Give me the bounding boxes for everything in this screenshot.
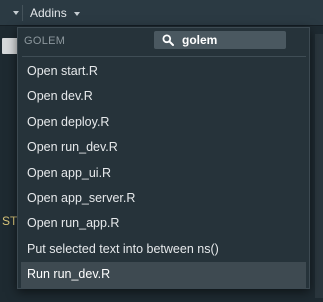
- chevron-down-icon: [13, 11, 19, 15]
- menu-item-label: Open run_app.R: [27, 216, 120, 231]
- menu-item-open-run-dev[interactable]: Open run_dev.R: [21, 135, 306, 160]
- toolbar-separator: [22, 5, 23, 21]
- menu-divider: [22, 56, 306, 57]
- menu-item-label: Open dev.R: [27, 89, 93, 104]
- menu-item-label: Open run_dev.R: [27, 140, 118, 155]
- menu-header: GOLEM: [18, 28, 309, 56]
- chevron-down-icon: [74, 12, 80, 16]
- menu-item-run-run-dev[interactable]: Run run_dev.R: [21, 262, 306, 288]
- menu-item-open-start[interactable]: Open start.R: [21, 59, 306, 84]
- addins-dropdown-menu: GOLEM Open start.R Open dev.R Open deplo…: [17, 27, 310, 289]
- menu-item-open-deploy[interactable]: Open deploy.R: [21, 110, 306, 135]
- addins-button[interactable]: Addins: [26, 3, 86, 23]
- menu-item-put-text-ns[interactable]: Put selected text into between ns(): [21, 237, 306, 262]
- menu-item-label: Open start.R: [27, 64, 98, 78]
- menu-item-open-dev[interactable]: Open dev.R: [21, 84, 306, 109]
- menu-item-label: Open app_ui.R: [27, 165, 112, 180]
- menu-item-label: Open deploy.R: [27, 114, 110, 129]
- search-input[interactable]: [182, 31, 282, 49]
- menu-item-label: Run run_dev.R: [27, 267, 111, 282]
- toolbar: Addins: [0, 0, 323, 26]
- menu-section-title: GOLEM: [24, 35, 66, 47]
- toolbar-dropdown-button[interactable]: [0, 2, 22, 24]
- editor-scrollbar[interactable]: [315, 34, 323, 298]
- menu-item-label: Open app_server.R: [27, 190, 136, 205]
- search-icon: [162, 34, 174, 46]
- addin-search-box[interactable]: [154, 31, 286, 49]
- menu-item-label: Put selected text into between ns(): [27, 241, 219, 256]
- menu-item-open-app-server[interactable]: Open app_server.R: [21, 186, 306, 211]
- menu-item-list: Open start.R Open dev.R Open deploy.R Op…: [18, 59, 309, 288]
- addins-label: Addins: [30, 6, 67, 20]
- editor-tab-letter: h: [9, 41, 16, 53]
- menu-item-open-run-app[interactable]: Open run_app.R: [21, 211, 306, 236]
- menu-item-open-app-ui[interactable]: Open app_ui.R: [21, 161, 306, 186]
